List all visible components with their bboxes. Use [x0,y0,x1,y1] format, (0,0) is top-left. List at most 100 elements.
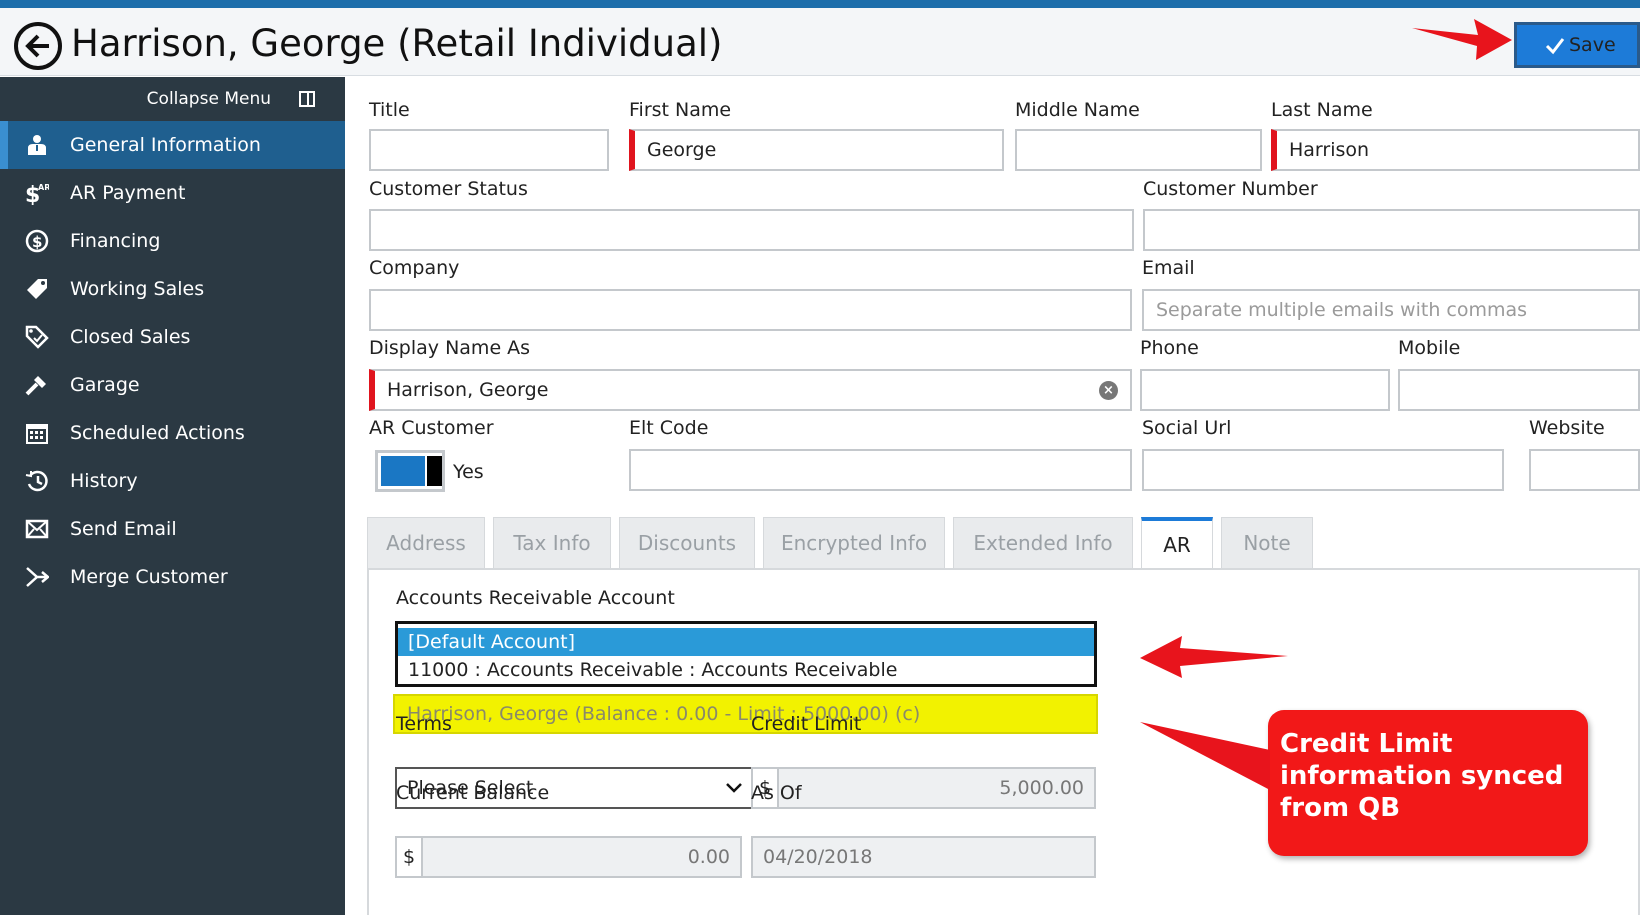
back-button[interactable] [14,22,62,70]
elt-code-field[interactable] [629,449,1132,491]
dollar-circle-icon: $ [0,229,70,253]
page-title: Harrison, George (Retail Individual) [71,22,723,65]
ar-customer-toggle[interactable] [375,450,445,492]
customer-status-field[interactable] [369,209,1134,251]
top-accent-strip [0,0,1640,8]
middle-name-label: Middle Name [1015,99,1140,121]
sidebar-item-label: History [70,470,138,492]
first-name-label: First Name [629,99,732,121]
company-label: Company [369,257,460,279]
ar-account-option-11000[interactable]: 11000 : Accounts Receivable : Accounts R… [398,656,1094,684]
save-button[interactable]: Save [1514,22,1640,68]
qb-customer-field[interactable]: Harrison, George (Balance : 0.00 - Limit… [393,694,1098,734]
sidebar-item-financing[interactable]: $ Financing [0,217,345,265]
as-of-field: 04/20/2018 [751,836,1096,878]
sidebar-item-history[interactable]: History [0,457,345,505]
social-url-field[interactable] [1142,449,1504,491]
ar-dollar-icon: $ AR [0,181,70,205]
credit-limit-label: Credit Limit [751,713,862,735]
tab-tax-info[interactable]: Tax Info [493,517,611,569]
customer-status-label: Customer Status [369,178,528,200]
calendar-icon [0,421,70,445]
first-name-field[interactable]: George [629,129,1004,171]
customer-number-label: Customer Number [1143,178,1318,200]
svg-text:AR: AR [38,183,49,192]
wrench-icon [0,373,70,397]
page-header: Harrison, George (Retail Individual) Sav… [0,8,1640,76]
collapse-panel-icon [299,91,315,107]
social-url-label: Social Url [1142,417,1232,439]
ar-account-listbox[interactable]: [Default Account] 11000 : Accounts Recei… [395,621,1097,687]
checkmark-icon [1545,38,1565,55]
sidebar-item-label: Closed Sales [70,326,191,348]
currency-symbol: $ [397,838,423,876]
tab-extended-info[interactable]: Extended Info [953,517,1133,569]
collapse-menu-button[interactable]: Collapse Menu [147,89,315,109]
sidebar-item-general-information[interactable]: General Information [0,121,345,169]
sidebar-item-label: Send Email [70,518,177,540]
mobile-label: Mobile [1398,337,1461,359]
ar-customer-value: Yes [453,461,484,483]
envelope-icon [0,517,70,541]
current-balance-field: $ 0.00 [395,836,742,878]
tab-ar[interactable]: AR [1141,517,1213,569]
last-name-field[interactable]: Harrison [1271,129,1640,171]
phone-field[interactable] [1140,369,1390,411]
tab-bar: Address Tax Info Discounts Encrypted Inf… [367,517,1321,569]
phone-label: Phone [1140,337,1199,359]
tab-discounts[interactable]: Discounts [619,517,755,569]
as-of-label: As Of [751,782,802,804]
current-balance-label: Current Balance [396,782,550,804]
sidebar-item-label: Scheduled Actions [70,422,245,444]
ar-account-label: Accounts Receivable Account [396,587,675,609]
display-name-field[interactable]: Harrison, George × [369,369,1132,411]
display-name-label: Display Name As [369,337,531,359]
title-field[interactable] [369,129,609,171]
sidebar-item-ar-payment[interactable]: $ AR AR Payment [0,169,345,217]
sidebar-nav: General Information $ AR AR Payment $ Fin… [0,121,345,601]
sidebar-item-scheduled-actions[interactable]: Scheduled Actions [0,409,345,457]
sidebar-item-label: General Information [70,134,261,156]
sidebar-item-label: AR Payment [70,182,186,204]
tab-note[interactable]: Note [1221,517,1313,569]
sidebar: Collapse Menu General Information $ AR AR… [0,77,345,915]
email-label: Email [1142,257,1195,279]
display-name-value: Harrison, George [387,379,549,401]
person-icon [0,133,70,157]
sidebar-item-label: Garage [70,374,140,396]
elt-code-label: Elt Code [629,417,709,439]
sidebar-item-closed-sales[interactable]: Closed Sales [0,313,345,361]
title-label: Title [369,99,410,121]
current-balance-value: 0.00 [687,846,730,868]
credit-limit-value: 5,000.00 [999,777,1084,799]
tab-address[interactable]: Address [367,517,485,569]
middle-name-field[interactable] [1015,129,1262,171]
ar-customer-label: AR Customer [369,417,494,439]
svg-text:$: $ [32,233,42,251]
tag-icon [0,277,70,301]
ar-account-option-default[interactable]: [Default Account] [398,628,1094,656]
tag-check-icon [0,325,70,349]
annotation-callout: Credit Limit information synced from QB [1268,710,1588,856]
merge-icon [0,565,70,589]
collapse-menu-label: Collapse Menu [146,89,271,109]
sidebar-item-working-sales[interactable]: Working Sales [0,265,345,313]
arrow-left-icon [25,34,49,58]
website-field[interactable] [1529,449,1640,491]
company-field[interactable] [369,289,1132,331]
sidebar-item-merge-customer[interactable]: Merge Customer [0,553,345,601]
terms-label: Terms [396,713,452,735]
sidebar-item-label: Financing [70,230,161,252]
sidebar-item-label: Working Sales [70,278,205,300]
credit-limit-field: $ 5,000.00 [751,767,1096,809]
tab-encrypted-info[interactable]: Encrypted Info [763,517,945,569]
save-button-label: Save [1569,34,1616,56]
toggle-knob [427,456,442,486]
customer-number-field[interactable] [1143,209,1640,251]
sidebar-item-label: Merge Customer [70,566,228,588]
sidebar-item-send-email[interactable]: Send Email [0,505,345,553]
mobile-field[interactable] [1398,369,1640,411]
email-field[interactable]: Separate multiple emails with commas [1142,289,1640,331]
clear-icon[interactable]: × [1099,381,1118,400]
sidebar-item-garage[interactable]: Garage [0,361,345,409]
